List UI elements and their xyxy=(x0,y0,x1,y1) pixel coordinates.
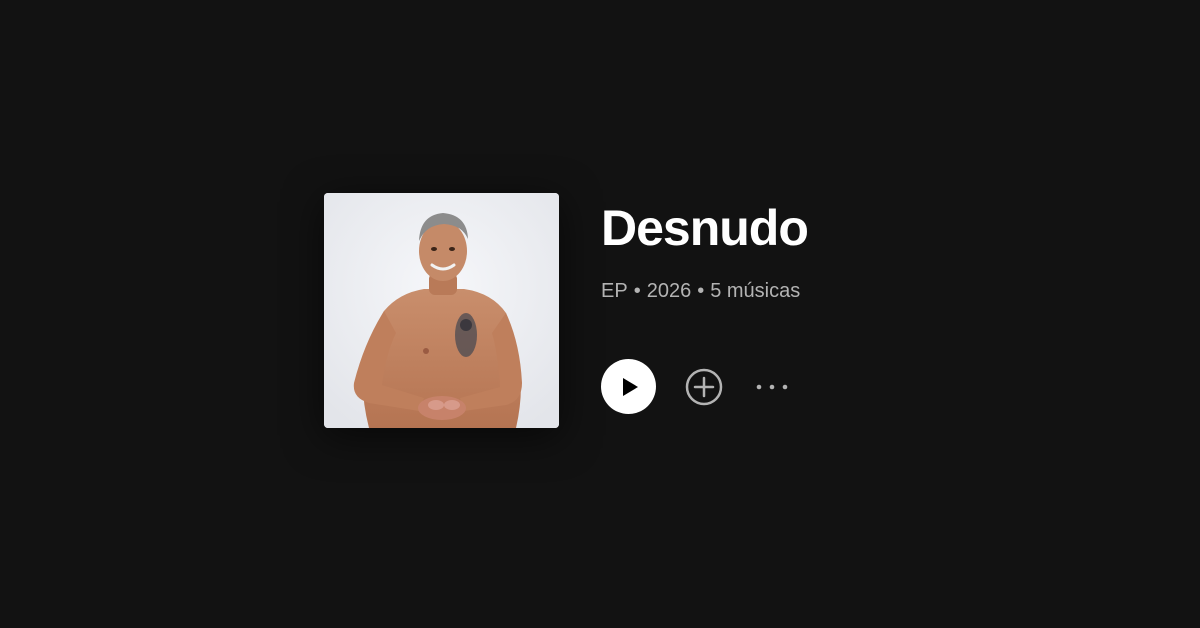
more-options-icon xyxy=(756,384,788,389)
add-circle-icon xyxy=(685,368,723,405)
action-bar xyxy=(601,359,790,414)
album-cover-image[interactable] xyxy=(324,193,559,428)
cover-photo-illustration xyxy=(324,193,559,428)
album-share-card: Desnudo EP • 2026 • 5 músicas xyxy=(0,0,1200,628)
album-type: EP xyxy=(601,280,628,302)
play-button[interactable] xyxy=(601,359,656,414)
album-title: Desnudo xyxy=(601,200,809,256)
add-to-library-button[interactable] xyxy=(684,367,724,407)
meta-separator: • xyxy=(697,280,705,302)
more-options-button[interactable] xyxy=(754,367,790,407)
album-year: 2026 xyxy=(646,280,692,302)
album-meta: EP • 2026 • 5 músicas xyxy=(601,278,808,304)
play-icon xyxy=(622,377,638,396)
meta-separator: • xyxy=(633,280,641,302)
album-info: Desnudo EP • 2026 • 5 músicas xyxy=(601,198,809,304)
album-track-count: 5 músicas xyxy=(710,280,801,302)
